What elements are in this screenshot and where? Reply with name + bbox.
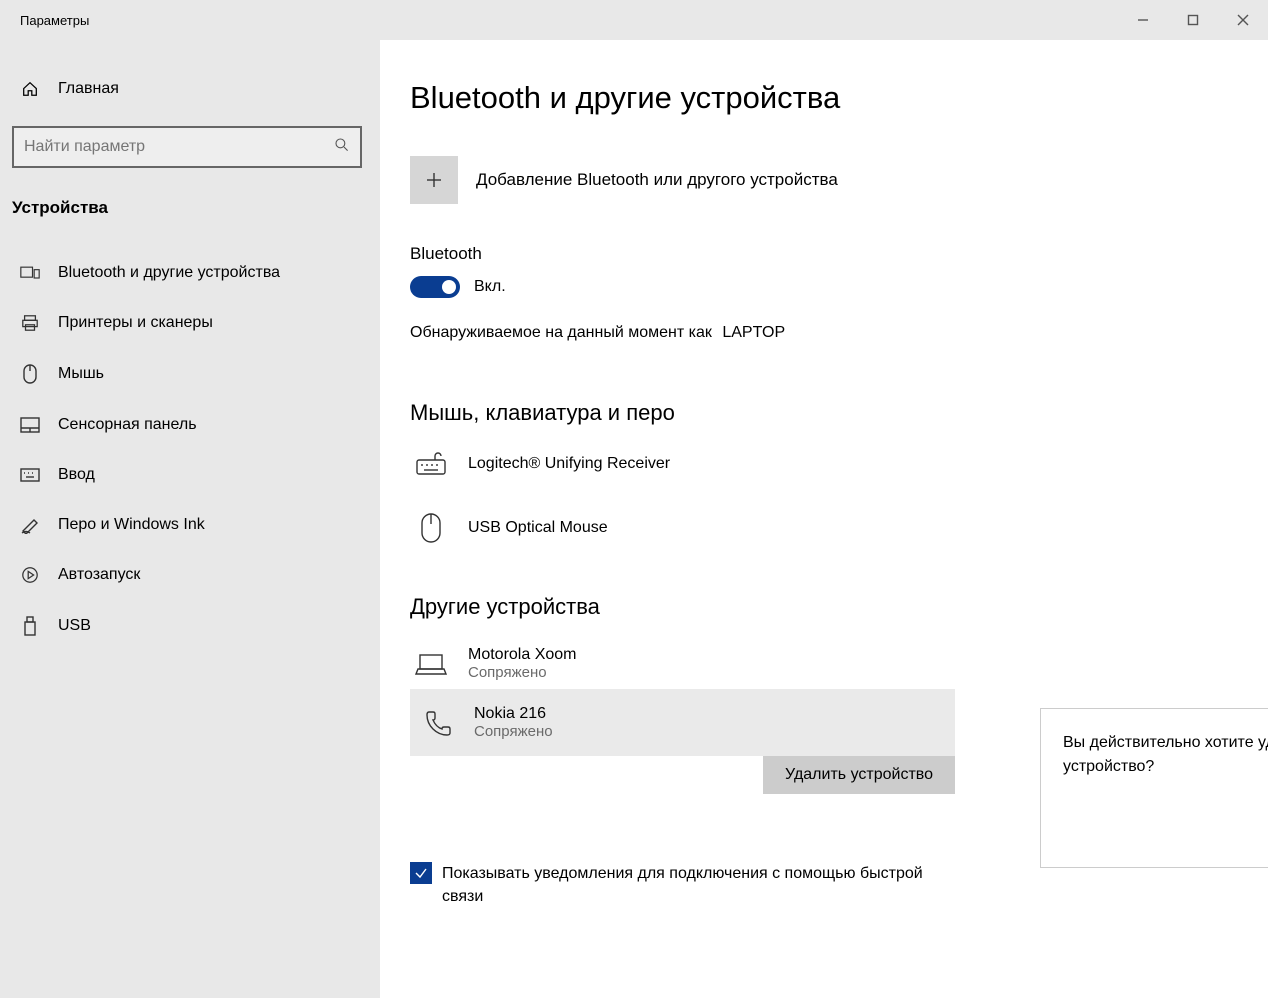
autoplay-icon [20,566,40,584]
device-name: Motorola Xoom [468,646,577,664]
phone-icon [420,709,454,737]
window-title: Параметры [20,13,89,28]
confirm-dialog: Вы действительно хотите удалить это устр… [1040,708,1268,868]
device-row[interactable]: USB Optical Mouse [410,504,940,552]
nav-usb[interactable]: USB [12,600,368,652]
nav-label: Перо и Windows Ink [58,516,205,534]
nav-label: Мышь [58,365,104,383]
confirm-text: Вы действительно хотите удалить это устр… [1063,731,1268,779]
keyboard-device-icon [414,452,448,476]
devices-icon [20,264,40,282]
touchpad-icon [20,417,40,433]
device-row[interactable]: Logitech® Unifying Receiver [410,444,940,484]
nav-label: Принтеры и сканеры [58,314,213,332]
close-button[interactable] [1218,0,1268,40]
category-heading: Устройства [12,192,368,224]
home-label: Главная [58,80,119,98]
remove-device-button[interactable]: Удалить устройство [763,756,955,794]
page-title: Bluetooth и другие устройства [410,80,1268,116]
pen-icon [20,516,40,534]
add-device-row[interactable]: Добавление Bluetooth или другого устройс… [410,156,1268,204]
laptop-icon [414,652,448,676]
nav-label: USB [58,617,91,635]
keyboard-icon [20,468,40,482]
device-name: USB Optical Mouse [468,519,608,537]
usb-icon [20,616,40,636]
nav-printers[interactable]: Принтеры и сканеры [12,298,368,348]
nav-label: Сенсорная панель [58,416,197,434]
nav-bluetooth[interactable]: Bluetooth и другие устройства [12,248,368,298]
bluetooth-label: Bluetooth [410,244,1268,264]
minimize-button[interactable] [1118,0,1168,40]
device-name: Nokia 216 [474,705,553,723]
add-device-label: Добавление Bluetooth или другого устройс… [476,170,838,190]
input-devices-heading: Мышь, клавиатура и перо [410,400,1268,426]
main-content: Bluetooth и другие устройства Добавление… [380,40,1268,998]
notify-checkbox-row[interactable]: Показывать уведомления для подключения с… [410,862,950,908]
nav-typing[interactable]: Ввод [12,450,368,500]
search-icon [334,137,350,158]
mouse-device-icon [414,512,448,544]
search-box[interactable] [12,126,362,168]
nav-mouse[interactable]: Мышь [12,348,368,400]
search-input[interactable] [24,138,334,156]
nav-label: Bluetooth и другие устройства [58,264,280,282]
checkbox-checked-icon[interactable] [410,862,432,884]
device-row[interactable]: Motorola Xoom Сопряжено [410,638,940,689]
plus-icon [410,156,458,204]
home-icon [20,80,40,98]
nav-pen[interactable]: Перо и Windows Ink [12,500,368,550]
home-nav[interactable]: Главная [12,70,368,108]
nav-touchpad[interactable]: Сенсорная панель [12,400,368,450]
nav-label: Ввод [58,466,95,484]
printer-icon [20,314,40,332]
checkbox-label: Показывать уведомления для подключения с… [442,862,950,908]
other-devices-heading: Другие устройства [410,594,1268,620]
discoverable-text: Обнаруживаемое на данный момент как LAPT… [410,324,1268,342]
device-name: Logitech® Unifying Receiver [468,455,670,473]
nav-autoplay[interactable]: Автозапуск [12,550,368,600]
nav-label: Автозапуск [58,566,140,584]
bluetooth-toggle[interactable] [410,276,460,298]
mouse-icon [20,364,40,384]
titlebar: Параметры [0,0,1268,40]
device-status: Сопряжено [474,723,553,740]
device-status: Сопряжено [468,664,577,681]
device-row-selected[interactable]: Nokia 216 Сопряжено [410,689,955,756]
maximize-button[interactable] [1168,0,1218,40]
sidebar: Главная Устройства Bluetooth и другие ус… [0,40,380,998]
toggle-state: Вкл. [474,278,506,296]
window-controls [1118,0,1268,40]
